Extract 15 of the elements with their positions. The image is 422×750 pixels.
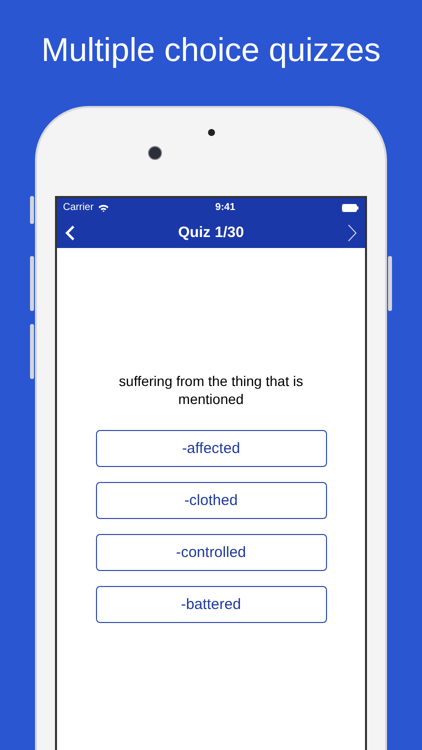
answer-button[interactable]: -controlled — [96, 534, 326, 571]
answer-button[interactable]: -clothed — [96, 482, 326, 519]
battery-icon — [342, 204, 359, 212]
back-chevron-icon[interactable] — [65, 224, 75, 240]
camera-icon — [148, 146, 162, 160]
carrier-label: Carrier — [63, 202, 94, 213]
forward-chevron-icon[interactable] — [346, 224, 357, 242]
wifi-icon — [98, 204, 109, 212]
nav-title: Quiz 1/30 — [178, 224, 244, 241]
headline: Multiple choice quizzes — [40, 30, 382, 70]
answer-button[interactable]: -battered — [96, 586, 326, 623]
speaker-icon — [208, 129, 215, 136]
status-time: 9:41 — [215, 202, 236, 213]
answer-button[interactable]: -affected — [96, 430, 326, 467]
question-text: suffering from the thing that is mentioned — [118, 372, 304, 408]
